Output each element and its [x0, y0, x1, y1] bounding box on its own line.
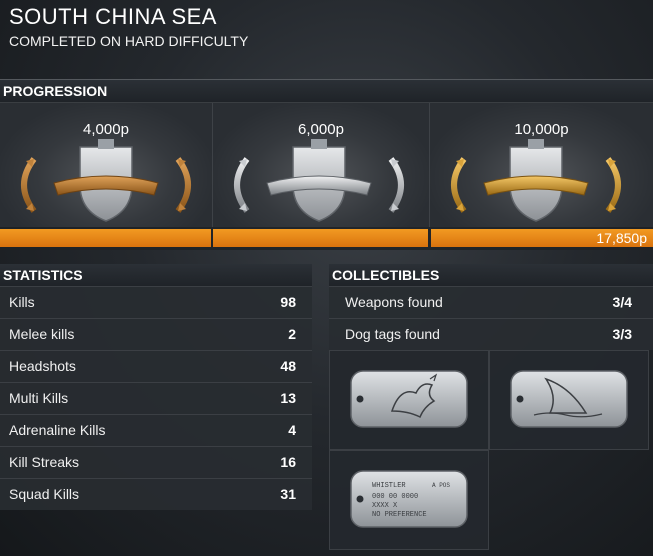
progression-header: PROGRESSION	[0, 80, 653, 103]
stat-value: 16	[280, 454, 296, 470]
stat-label: Multi Kills	[9, 390, 69, 406]
collectible-value: 3/4	[612, 294, 632, 310]
collectible-row-weapons: Weapons found 3/4	[329, 286, 653, 318]
dogtag-line: 000 00 0000	[372, 493, 418, 501]
mission-subtitle: COMPLETED ON HARD DIFFICULTY	[9, 33, 249, 49]
stat-value: 48	[280, 358, 296, 374]
gold-anchor-medal-icon	[446, 139, 626, 222]
collectibles-panel: COLLECTIBLES Weapons found 3/4 Dog tags …	[329, 264, 653, 550]
progress-bar-segment-1	[0, 229, 211, 247]
tier-points: 10,000p	[514, 121, 569, 138]
dragon-dogtag-icon	[350, 370, 468, 428]
stat-row-adrenaline-kills: Adrenaline Kills 4	[0, 414, 312, 446]
dogtag-slot-3[interactable]: WHISTLER A POS 000 00 0000 XXXX X NO PRE…	[329, 450, 489, 550]
dogtag-slot-1[interactable]	[329, 350, 489, 450]
total-points: 17,850p	[596, 230, 647, 246]
dogtag-line: XXXX X	[372, 502, 398, 510]
stat-label: Kills	[9, 294, 35, 310]
bronze-anchor-medal-icon	[16, 139, 196, 222]
stat-row-headshots: Headshots 48	[0, 350, 312, 382]
collectible-label: Weapons found	[345, 294, 443, 310]
collectible-label: Dog tags found	[345, 326, 440, 342]
progression-panel: PROGRESSION 4,000p 6,000p 10,000p 17,850…	[0, 79, 653, 250]
stat-label: Melee kills	[9, 326, 75, 342]
tier-points: 4,000p	[83, 121, 129, 138]
dogtag-slot-2[interactable]	[489, 350, 649, 450]
tier-points: 6,000p	[298, 121, 344, 138]
stat-label: Squad Kills	[9, 486, 80, 502]
shark-fin-dogtag-icon	[510, 370, 628, 428]
stat-row-multi-kills: Multi Kills 13	[0, 382, 312, 414]
mission-title: SOUTH CHINA SEA	[9, 4, 217, 29]
progress-bar-segment-2	[213, 229, 428, 247]
stat-value: 4	[288, 422, 296, 438]
progression-tier-2: 6,000p	[213, 103, 430, 227]
progression-tier-3: 10,000p	[430, 103, 653, 227]
stat-value: 31	[280, 486, 296, 502]
stat-value: 13	[280, 390, 296, 406]
dogtag-name: WHISTLER	[372, 482, 406, 490]
stat-value: 2	[288, 326, 296, 342]
dogtag-blood-type: A POS	[432, 482, 450, 489]
silver-anchor-medal-icon	[229, 139, 409, 222]
stat-label: Kill Streaks	[9, 454, 80, 470]
stat-label: Headshots	[9, 358, 76, 374]
text-dogtag-icon: WHISTLER A POS 000 00 0000 XXXX X NO PRE…	[350, 470, 468, 528]
statistics-header: STATISTICS	[0, 264, 312, 286]
dogtag-line: NO PREFERENCE	[372, 511, 427, 519]
stat-value: 98	[280, 294, 296, 310]
stat-row-squad-kills: Squad Kills 31	[0, 478, 312, 510]
stat-label: Adrenaline Kills	[9, 422, 106, 438]
collectibles-header: COLLECTIBLES	[329, 264, 653, 286]
stat-row-melee-kills: Melee kills 2	[0, 318, 312, 350]
statistics-panel: STATISTICS Kills 98 Melee kills 2 Headsh…	[0, 264, 312, 510]
stat-row-kill-streaks: Kill Streaks 16	[0, 446, 312, 478]
dogtag-grid: WHISTLER A POS 000 00 0000 XXXX X NO PRE…	[329, 350, 653, 550]
stat-row-kills: Kills 98	[0, 286, 312, 318]
progression-tier-1: 4,000p	[0, 103, 213, 227]
collectible-row-dogtags: Dog tags found 3/3	[329, 318, 653, 350]
collectible-value: 3/3	[612, 326, 632, 342]
